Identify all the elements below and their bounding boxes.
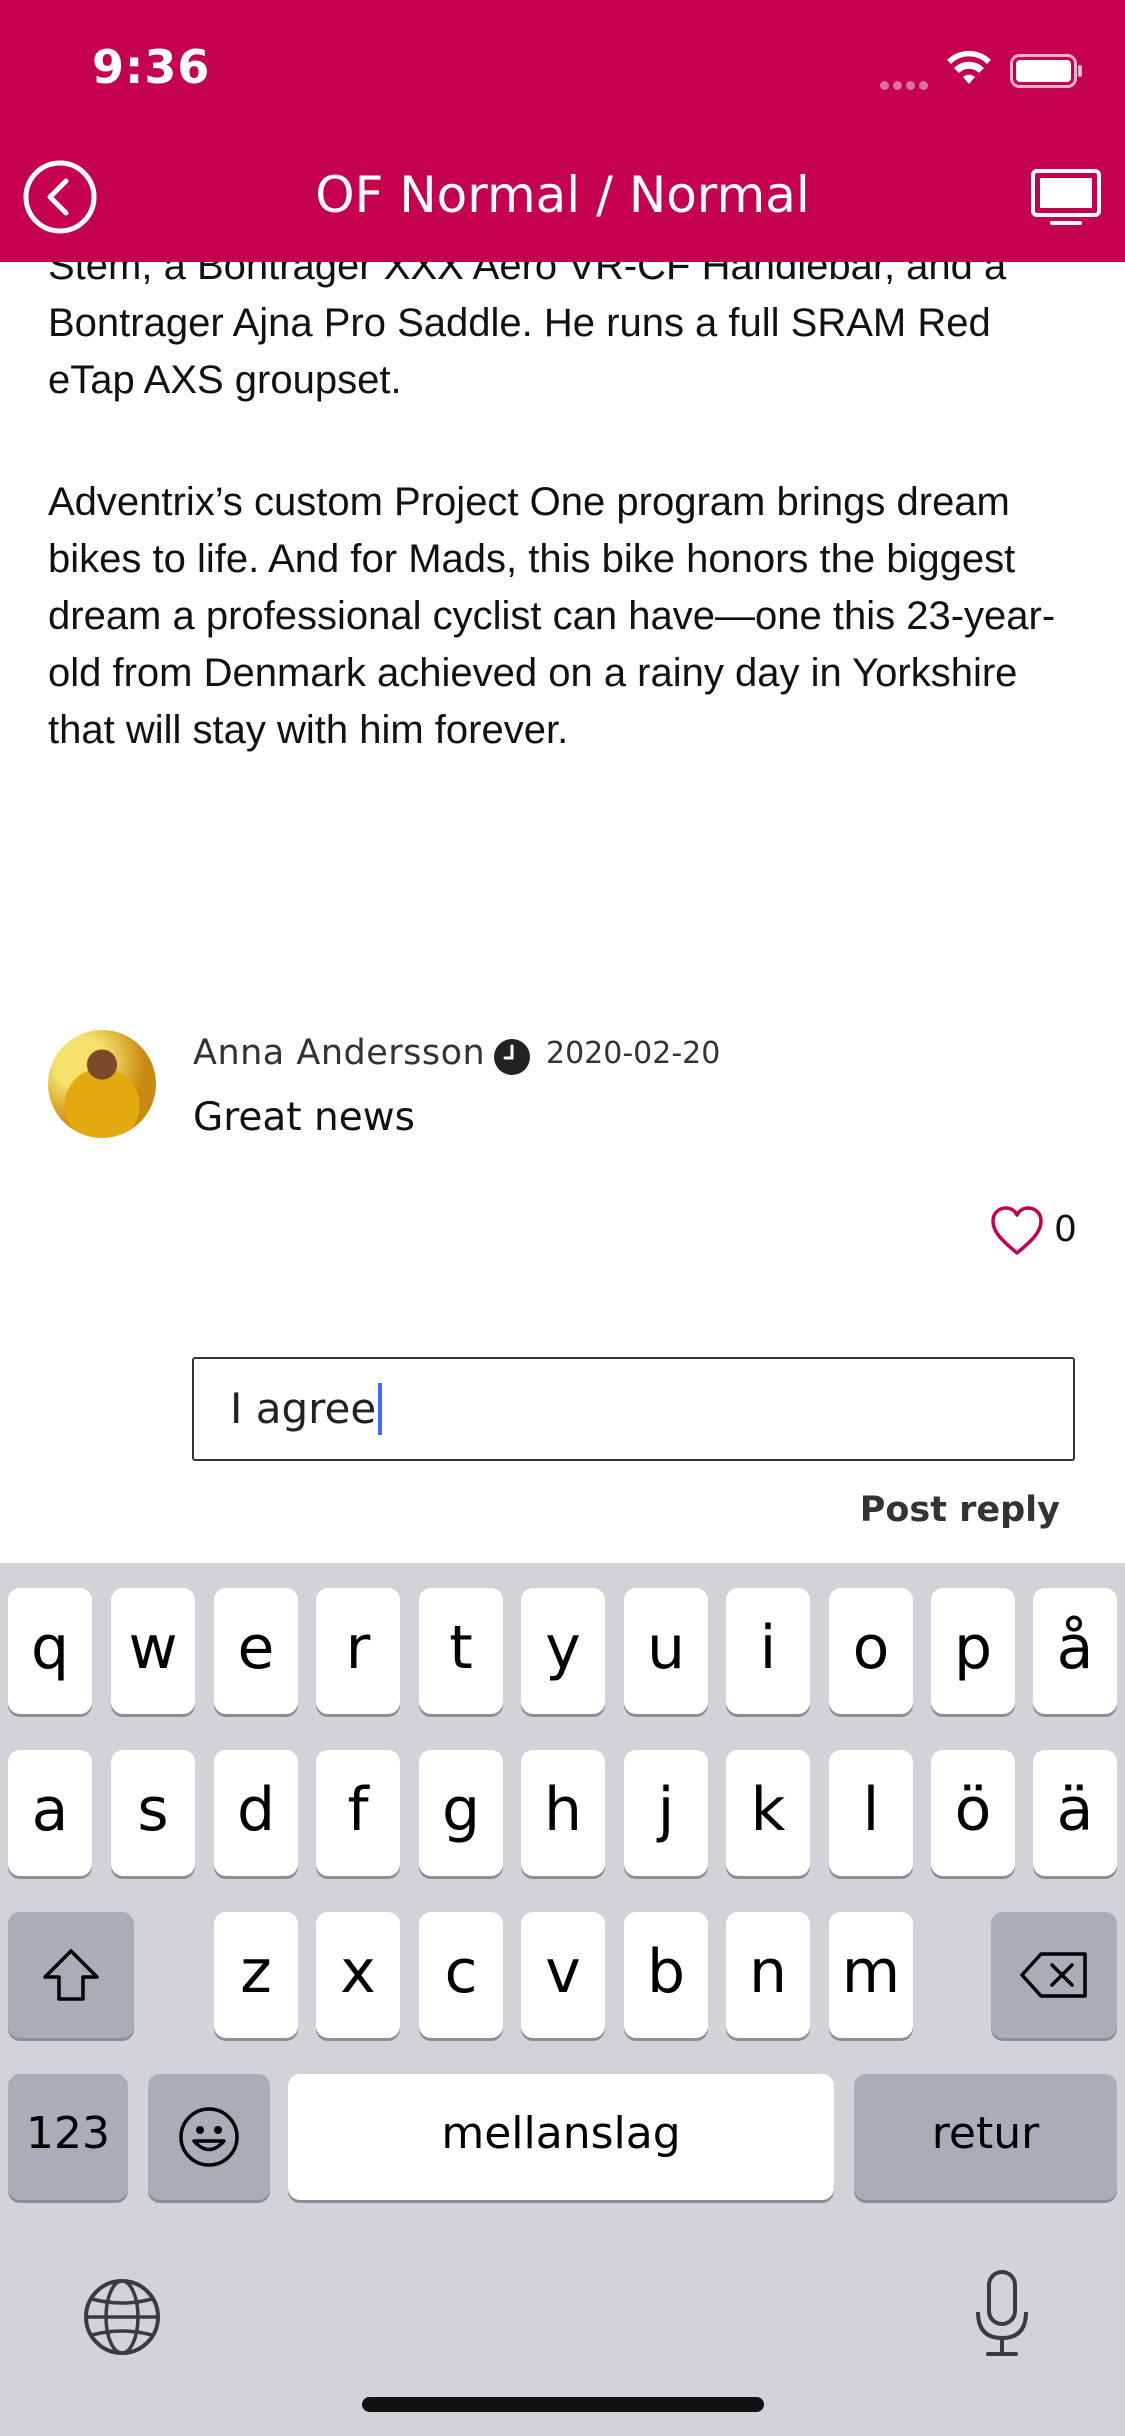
key-z[interactable]: z [214, 1912, 298, 2038]
key-s[interactable]: s [111, 1750, 195, 1876]
key-h[interactable]: h [521, 1750, 605, 1876]
emoji-key[interactable] [148, 2074, 270, 2200]
key-i[interactable]: i [726, 1588, 810, 1714]
page-title: OF Normal / Normal [315, 166, 810, 224]
shift-icon [43, 1949, 99, 2002]
key-t[interactable]: t [419, 1588, 503, 1714]
comment-text: Great news [193, 1095, 415, 1140]
shift-key[interactable] [8, 1912, 134, 2038]
wifi-icon [947, 50, 991, 84]
article-paragraph: Adventrix’s custom Project One program b… [48, 480, 1056, 752]
key-v[interactable]: v [521, 1912, 605, 2038]
comment-date: 2020-02-20 [546, 1036, 721, 1071]
article-body: Stem, a Bontrager XXX Aero VR-CF Handleb… [48, 262, 1078, 759]
backspace-key[interactable] [991, 1912, 1117, 2038]
key-n[interactable]: n [726, 1912, 810, 2038]
reply-input-value: I agree [230, 1384, 377, 1433]
home-indicator[interactable] [362, 2397, 764, 2412]
space-key[interactable]: mellanslag [288, 2074, 834, 2200]
like-count: 0 [1054, 1209, 1077, 1250]
backspace-icon [1020, 1952, 1087, 1999]
key-q[interactable]: q [8, 1588, 92, 1714]
key-e[interactable]: e [214, 1588, 298, 1714]
key-d[interactable]: d [214, 1750, 298, 1876]
key-a-ring[interactable]: å [1033, 1588, 1117, 1714]
navigation-bar: OF Normal / Normal [0, 138, 1125, 262]
key-c[interactable]: c [419, 1912, 503, 2038]
key-f[interactable]: f [316, 1750, 400, 1876]
numbers-key[interactable]: 123 [8, 2074, 128, 2200]
key-u[interactable]: u [624, 1588, 708, 1714]
reply-input[interactable]: I agree [192, 1357, 1075, 1461]
emoji-icon [179, 2107, 239, 2168]
key-a-umlaut[interactable]: ä [1033, 1750, 1117, 1876]
key-g[interactable]: g [419, 1750, 503, 1876]
return-key[interactable]: retur [854, 2074, 1117, 2200]
clock-icon [494, 1039, 530, 1075]
key-o[interactable]: o [829, 1588, 913, 1714]
cellular-signal-icon [880, 77, 932, 95]
key-y[interactable]: y [521, 1588, 605, 1714]
keyboard: q w e r t y u i o p å a s d f g h j k l … [0, 1563, 1125, 2436]
key-w[interactable]: w [111, 1588, 195, 1714]
key-r[interactable]: r [316, 1588, 400, 1714]
microphone-icon[interactable] [972, 2268, 1032, 2360]
key-k[interactable]: k [726, 1750, 810, 1876]
key-x[interactable]: x [316, 1912, 400, 2038]
post-reply-button[interactable]: Post reply [820, 1490, 1060, 1530]
article-paragraph: Stem, a Bontrager XXX Aero VR-CF Handleb… [48, 262, 1007, 402]
key-b[interactable]: b [624, 1912, 708, 2038]
globe-icon[interactable] [82, 2277, 162, 2357]
comment-author: Anna Andersson [193, 1033, 486, 1073]
status-bar: 9:36 [0, 0, 1125, 138]
key-o-umlaut[interactable]: ö [931, 1750, 1015, 1876]
text-cursor [378, 1382, 383, 1435]
tv-icon[interactable] [1030, 168, 1102, 228]
avatar [48, 1030, 156, 1138]
key-j[interactable]: j [624, 1750, 708, 1876]
key-m[interactable]: m [829, 1912, 913, 2038]
key-p[interactable]: p [931, 1588, 1015, 1714]
heart-icon[interactable] [990, 1205, 1044, 1259]
status-time: 9:36 [92, 40, 211, 94]
key-a[interactable]: a [8, 1750, 92, 1876]
battery-icon [1010, 54, 1082, 88]
key-l[interactable]: l [829, 1750, 913, 1876]
